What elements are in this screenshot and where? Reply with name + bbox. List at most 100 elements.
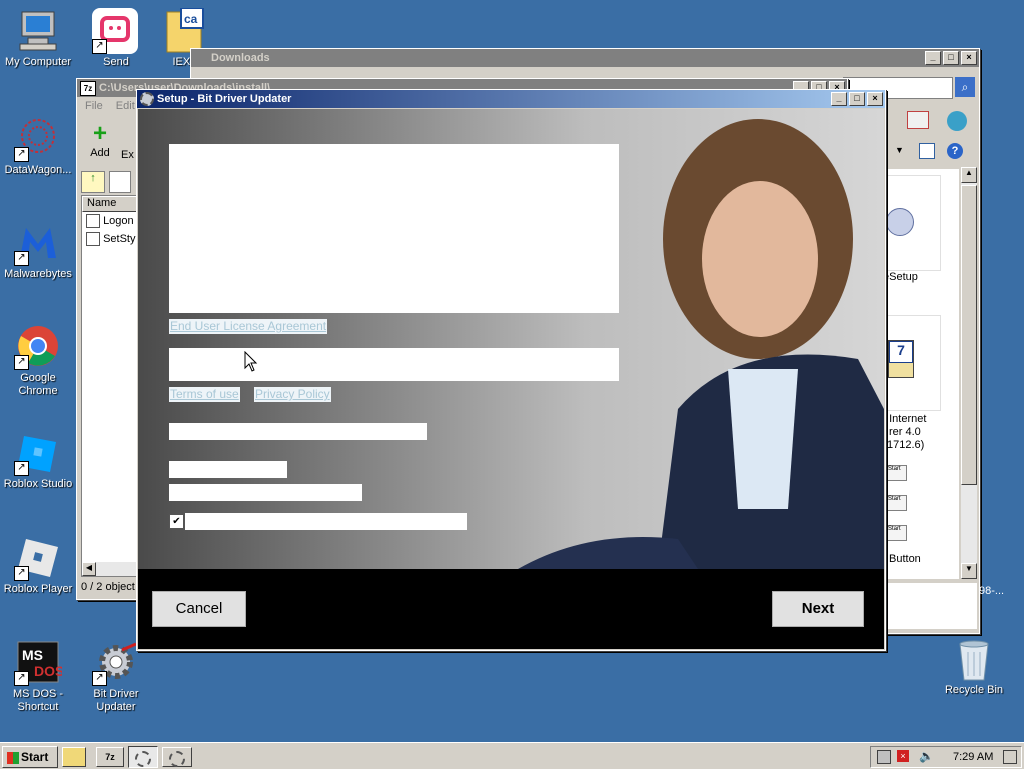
send-app-icon: ↗ [92,8,140,54]
setup-titlebar[interactable]: Setup - Bit Driver Updater _ □ × [137,90,885,108]
maximize-button[interactable]: □ [943,51,959,65]
menu-file[interactable]: File [85,100,103,112]
file-row[interactable]: SetSty [82,232,142,246]
start-thumb[interactable]: Start [887,465,907,481]
file-item-setup[interactable] [881,175,941,271]
start-thumb[interactable]: Start [887,495,907,511]
datawagon-icon: ↗ [14,116,62,162]
clock[interactable]: 7:29 AM [953,751,993,763]
ms-dos-icon: MS DOS ↗ [14,640,64,686]
window-title: Setup - Bit Driver Updater [157,93,292,105]
minimize-button[interactable]: _ [831,92,847,106]
column-header-name[interactable]: Name [82,196,142,212]
setup-app-icon [140,92,154,106]
file-name: Logon [103,214,134,227]
file-icon [86,232,100,246]
plus-icon: + [92,120,107,147]
next-button[interactable]: Next [772,591,864,627]
agree-checkbox[interactable]: ✔ [169,514,184,529]
text-line [169,423,427,440]
start-button[interactable]: Start [2,746,58,768]
desktop-icon-datawagon[interactable]: ↗ DataWagon... [0,116,76,177]
file-row[interactable]: Logon [82,214,142,228]
file-item-7z[interactable]: 7 [881,315,941,411]
desktop-icon-roblox-player[interactable]: ↗ Roblox Player [0,535,76,596]
roblox-player-icon: ↗ [14,535,62,581]
file-name: SetSty [103,232,136,245]
desktop-icon-bit-driver-updater[interactable]: ↗ Bit Driver Updater [78,640,154,714]
desktop-icon-roblox-studio[interactable]: ↗ Roblox Studio [0,430,76,491]
downloads-titlebar[interactable]: Downloads _ □ × [191,49,979,67]
up-folder-icon[interactable]: ↑ [81,171,105,193]
start-label: Start [21,750,49,764]
vertical-scrollbar[interactable]: ▲ ▼ [961,167,977,579]
network-icon[interactable] [877,750,891,764]
menu-edit[interactable]: Edit [116,100,135,112]
taskbar-setup-button[interactable] [128,746,158,768]
desktop-icon-ms-dos[interactable]: MS DOS ↗ MS DOS - Shortcut [0,640,76,714]
gear-icon [169,751,185,767]
desktop-icon-malwarebytes[interactable]: ↗ Malwarebytes [0,220,76,281]
go-search-icon[interactable]: ⌕ [955,77,975,97]
scroll-thumb[interactable] [961,185,977,485]
terms-of-use-link[interactable]: Terms of use [169,387,240,402]
info-bar [169,348,619,381]
maximize-button[interactable]: □ [849,92,865,106]
taskbar-7zip-button[interactable]: 7z [96,747,124,767]
svg-text:DOS: DOS [34,663,62,679]
dropdown-arrow-icon[interactable]: ▼ [895,145,904,155]
help-icon[interactable]: ? [947,143,963,159]
view-icon[interactable] [919,143,935,159]
cancel-button[interactable]: Cancel [152,591,246,627]
quicklaunch-explorer-icon[interactable] [62,747,86,767]
address-icon [109,171,131,193]
globe-icon[interactable] [947,111,967,131]
desktop-icon-my-computer[interactable]: My Computer [0,8,76,69]
svg-text:MS: MS [22,647,43,663]
setup-footer: Cancel Next [138,569,884,649]
extract-button[interactable]: Ex [121,149,134,161]
desktop-icon-google-chrome[interactable]: ↗ Google Chrome [0,324,76,398]
close-button[interactable]: × [961,51,977,65]
roblox-studio-icon: ↗ [14,430,62,476]
mouse-cursor-icon [244,351,258,372]
add-button[interactable]: + Add [83,120,117,160]
desktop-icon-send[interactable]: ↗ Send [78,8,154,69]
start-thumb[interactable]: Start [887,525,907,541]
volume-icon[interactable]: 🔈 [919,749,934,763]
taskbar: Start 7z × 🔈 7:29 AM [0,742,1024,769]
file-label: 1712.6) [887,439,925,451]
gear-icon: ↗ [92,640,140,686]
horizontal-scrollbar[interactable]: ◀ [82,562,142,576]
file-label: Button [889,553,921,565]
desktop-icon-label: Malwarebytes [4,268,72,280]
checkbox-label-bar [185,513,467,530]
close-button[interactable]: × [867,92,883,106]
shortcut-arrow-icon: ↗ [14,566,29,581]
desktop-icon-label: Recycle Bin [944,684,1004,696]
add-label: Add [90,147,110,159]
setup-content: End User License Agreement Terms of use … [138,109,884,569]
desktop-icon-label: MS DOS - Shortcut [12,688,64,713]
desktop-icon-label: Bit Driver Updater [93,688,139,713]
file-icon [86,214,100,228]
mail-icon[interactable] [907,111,929,129]
privacy-policy-link[interactable]: Privacy Policy [254,387,331,402]
svg-text:ca: ca [184,12,198,26]
show-desktop-icon[interactable] [1003,750,1017,764]
taskbar-bit-driver-button[interactable] [162,747,192,767]
shortcut-arrow-icon: ↗ [14,461,29,476]
minimize-button[interactable]: _ [925,51,941,65]
desktop-icon-label: My Computer [4,56,72,68]
disc-icon [886,208,914,236]
shortcut-arrow-icon: ↗ [14,251,29,266]
text-line [169,461,287,478]
desktop-icon-recycle-bin[interactable]: Recycle Bin [936,636,1012,697]
security-alert-icon[interactable]: × [897,750,909,762]
sevenzip-icon: 7 [888,340,914,378]
file-label: t Internet [883,413,927,425]
desktop-icon-label: Roblox Player [3,583,73,595]
shortcut-arrow-icon: ↗ [14,355,29,370]
text-line [169,484,362,501]
eula-link[interactable]: End User License Agreement [169,319,328,334]
